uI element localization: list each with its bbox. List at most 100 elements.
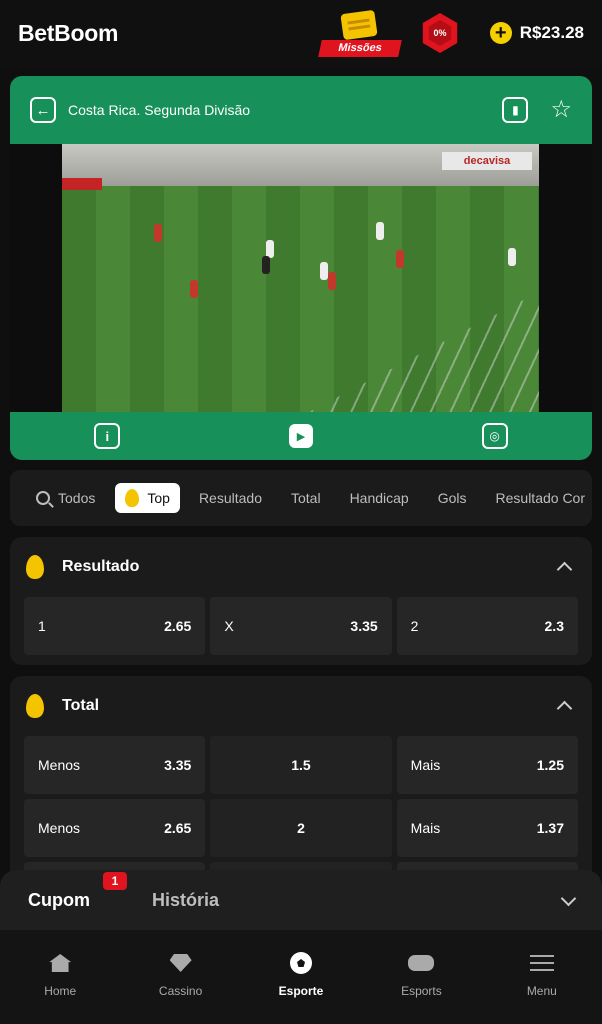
odd-value: 2.65 <box>164 618 192 634</box>
cashback-badge[interactable]: 0% <box>420 13 460 53</box>
nav-label: Esports <box>401 984 442 998</box>
market-header[interactable]: Total <box>10 676 592 736</box>
balance-value: R$23.28 <box>519 23 584 42</box>
coupon-bar[interactable]: Cupom 1 História <box>0 870 602 930</box>
nav-cassino[interactable]: Cassino <box>120 930 240 1024</box>
match-header: ← Costa Rica. Segunda Divisão ▮ ☆ <box>10 76 592 144</box>
hamburger-menu-icon <box>529 955 554 971</box>
market-header[interactable]: Resultado <box>10 537 592 597</box>
nav-home[interactable]: Home <box>0 930 120 1024</box>
stats-icon[interactable]: ▮ <box>502 97 529 123</box>
cashback-percent: 0% <box>428 20 452 46</box>
tab-top[interactable]: Top <box>115 483 180 513</box>
total-line: 1.5 <box>210 736 392 794</box>
tab-cupom[interactable]: Cupom 1 <box>28 871 127 911</box>
outcome-label: 2 <box>410 618 419 634</box>
nav-esports[interactable]: Esports <box>361 930 481 1024</box>
flame-icon <box>125 489 140 507</box>
balance-widget[interactable]: + R$23.28 <box>489 22 584 44</box>
chevron-down-icon[interactable] <box>560 890 577 907</box>
flame-icon <box>26 694 44 718</box>
player <box>154 224 162 242</box>
player <box>190 280 198 298</box>
market-title: Resultado <box>62 558 140 575</box>
odd-button-home[interactable]: 1 2.65 <box>24 597 206 655</box>
odd-button-draw[interactable]: X 3.35 <box>210 597 392 655</box>
odd-button-away[interactable]: 2 2.3 <box>396 597 578 655</box>
league-title: Costa Rica. Segunda Divisão <box>68 102 251 118</box>
odd-value: 2.3 <box>544 618 564 634</box>
player <box>328 272 336 290</box>
field-view-icon[interactable]: ◎ <box>481 423 508 449</box>
outcome-label: Menos <box>38 820 81 836</box>
brand-logo[interactable]: BetBoom <box>18 20 118 47</box>
soccer-ball-icon <box>290 952 313 974</box>
tab-resultado-correto[interactable]: Resultado Cor <box>496 490 586 506</box>
outcome-label: Mais <box>410 757 441 773</box>
play-icon[interactable]: ▶ <box>288 424 313 448</box>
home-icon <box>49 954 72 972</box>
bottom-nav: Home Cassino Esporte Esports Menu <box>0 930 602 1024</box>
cupom-label: Cupom <box>28 889 90 910</box>
missions-label: Missões <box>318 40 402 57</box>
back-arrow-icon[interactable]: ← <box>30 97 56 123</box>
nav-label: Esporte <box>278 984 324 998</box>
market-filter-tabs: Todos Top Resultado Total Handicap Gols … <box>10 470 592 526</box>
live-video-player[interactable]: decavisa <box>10 144 592 412</box>
player <box>376 222 384 240</box>
total-line: 2 <box>210 799 392 857</box>
flame-icon <box>26 555 44 579</box>
tab-label: Top <box>147 490 170 506</box>
odd-value: 3.35 <box>350 618 378 634</box>
market-resultado: Resultado 1 2.65 X 3.35 2 2.3 <box>10 537 592 665</box>
tab-gols[interactable]: Gols <box>438 490 467 506</box>
nav-label: Menu <box>526 984 557 998</box>
video-frame: decavisa <box>62 144 539 412</box>
odd-button-over[interactable]: Mais 1.37 <box>396 799 578 857</box>
outcome-label: 1 <box>38 618 46 634</box>
odds-row: Menos 3.35 1.5 Mais 1.25 <box>10 736 592 794</box>
plus-icon[interactable]: + <box>489 22 512 44</box>
player <box>396 250 404 268</box>
outcome-label: Menos <box>38 757 81 773</box>
ad-board-decavisa: decavisa <box>442 152 532 170</box>
market-total: Total Menos 3.35 1.5 Mais 1.25 Menos 2.6… <box>10 676 592 896</box>
favorite-star-icon[interactable]: ☆ <box>550 98 572 122</box>
outcome-label: X <box>224 618 234 634</box>
odd-value: 2.65 <box>164 820 192 836</box>
info-icon[interactable]: i <box>94 423 121 449</box>
outcome-label: Mais <box>410 820 441 836</box>
nav-label: Cassino <box>158 984 203 998</box>
match-actions: ▮ ☆ <box>502 97 572 123</box>
odd-button-under[interactable]: Menos 3.35 <box>24 736 206 794</box>
scroll-icon <box>340 9 378 41</box>
tab-label: Todos <box>58 490 96 506</box>
chevron-up-icon[interactable] <box>556 561 573 578</box>
tab-todos[interactable]: Todos <box>36 490 95 506</box>
nav-esporte[interactable]: Esporte <box>241 930 361 1024</box>
search-icon <box>36 491 50 505</box>
chevron-up-icon[interactable] <box>556 700 573 717</box>
tab-handicap[interactable]: Handicap <box>350 490 409 506</box>
player <box>508 248 516 266</box>
ad-board <box>62 178 102 190</box>
tab-total[interactable]: Total <box>291 490 321 506</box>
player <box>262 256 270 274</box>
odd-button-under[interactable]: Menos 2.65 <box>24 799 206 857</box>
gamepad-icon <box>408 955 435 971</box>
hexagon-icon: 0% <box>422 13 458 53</box>
odd-value: 1.37 <box>536 820 564 836</box>
tab-resultado[interactable]: Resultado <box>199 490 262 506</box>
missions-button[interactable]: Missões <box>318 9 402 58</box>
odd-value: 3.35 <box>164 757 192 773</box>
nav-menu[interactable]: Menu <box>482 930 602 1024</box>
odd-button-over[interactable]: Mais 1.25 <box>396 736 578 794</box>
coupon-count-badge: 1 <box>103 871 127 890</box>
market-title: Total <box>62 697 100 714</box>
nav-label: Home <box>44 984 77 998</box>
odds-row: Menos 2.65 2 Mais 1.37 <box>10 799 592 857</box>
diamond-icon <box>169 954 192 972</box>
tab-historia[interactable]: História <box>152 890 219 911</box>
top-header: BetBoom Missões 0% + R$23.28 <box>0 0 602 66</box>
fence <box>309 292 539 412</box>
